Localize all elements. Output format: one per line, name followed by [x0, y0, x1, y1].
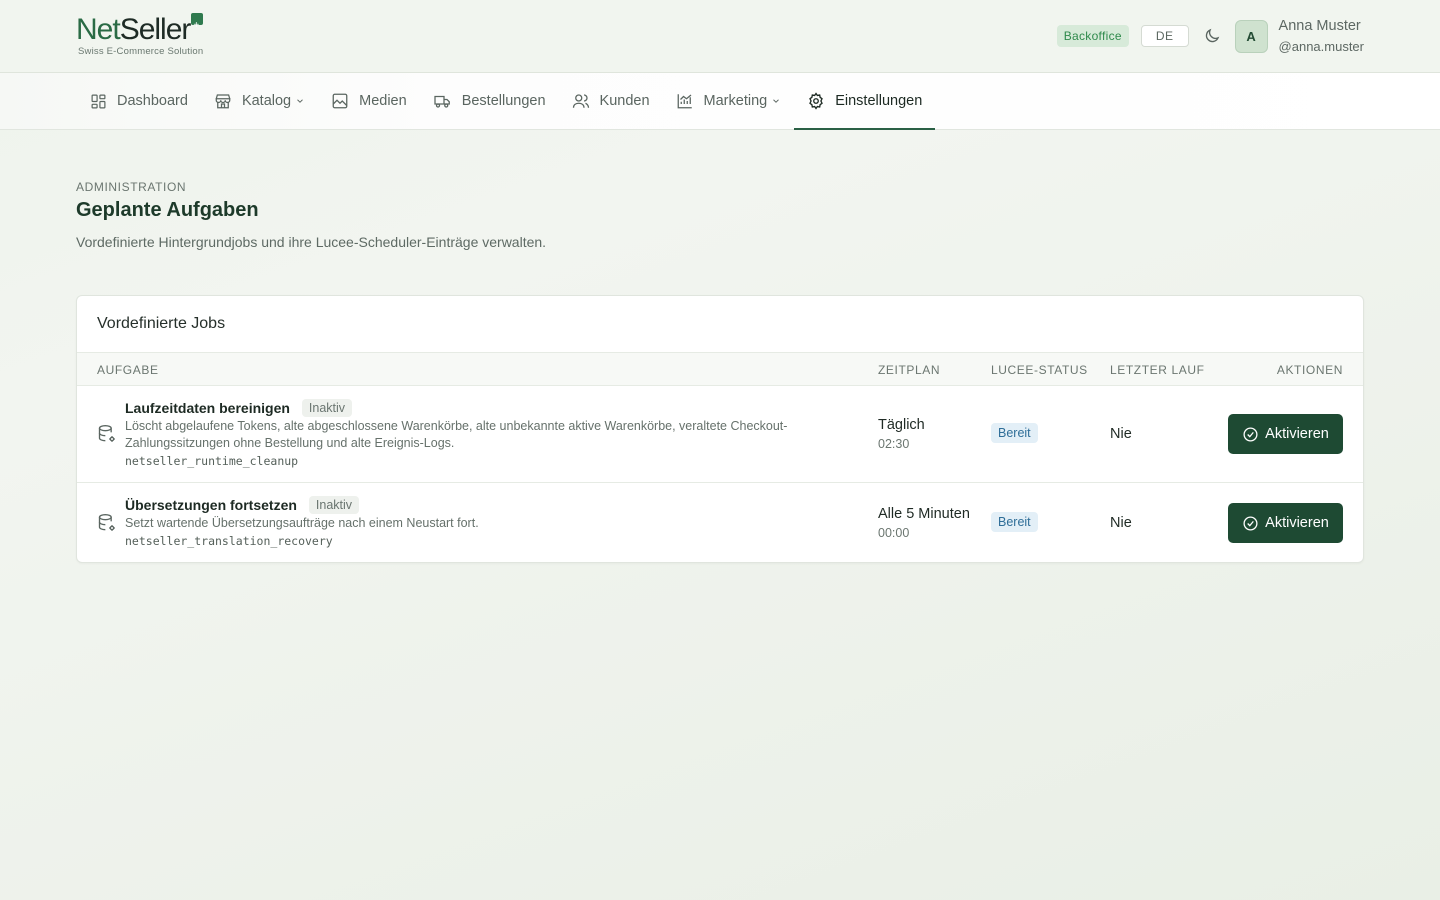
column-header-last-run: LETZTER LAUF [1110, 363, 1205, 377]
nav-label: Einstellungen [835, 93, 923, 109]
users-icon [572, 94, 589, 108]
user-name: Anna Muster [1278, 18, 1361, 34]
page-subtitle: Vordefinierte Hintergrundjobs und ihre L… [76, 234, 547, 250]
nav-item-bestellungen[interactable]: Bestellungen [420, 73, 559, 129]
job-description: Setzt wartende Übersetzungsaufträge nach… [125, 516, 479, 530]
logo-leaf-icon [191, 11, 204, 41]
job-schedule: Täglich 02:30 [878, 417, 925, 451]
moon-icon[interactable] [1203, 27, 1221, 45]
header-actions: Backoffice DE A Anna Muster @anna.muster [1056, 18, 1364, 54]
user-info[interactable]: Anna Muster @anna.muster [1279, 18, 1364, 54]
table-row: Übersetzungen fortsetzen Inaktiv Setzt w… [77, 483, 1363, 563]
database-settings-icon [97, 513, 117, 538]
column-header-status: LUCEE-STATUS [991, 363, 1088, 377]
last-run: Nie [1110, 426, 1132, 442]
column-header-actions: AKTIONEN [1276, 363, 1343, 377]
language-switch[interactable]: DE [1140, 25, 1189, 47]
logo-net: Net [76, 13, 121, 46]
check-circle-icon [1243, 426, 1258, 442]
nav-item-kunden[interactable]: Kunden [559, 73, 663, 129]
jobs-card: Vordefinierte Jobs AUFGABE ZEITPLAN LUCE… [76, 295, 1364, 563]
nav-item-einstellungen[interactable]: Einstellungen [794, 73, 936, 130]
nav-item-dashboard[interactable]: Dashboard [77, 73, 201, 129]
job-info: Übersetzungen fortsetzen Inaktiv Setzt w… [125, 496, 805, 548]
nav-item-katalog[interactable]: Katalog [201, 73, 318, 129]
nav-label: Dashboard [117, 93, 188, 109]
job-schedule: Alle 5 Minuten 00:00 [878, 506, 970, 540]
page-title: Geplante Aufgaben [76, 199, 259, 221]
job-description: Löscht abgelaufene Tokens, alte abgeschl… [125, 419, 788, 450]
chevron-down-icon [773, 99, 780, 103]
logo-seller: Seller [119, 13, 192, 46]
nav-item-marketing[interactable]: Marketing [663, 73, 795, 129]
column-header-task: AUFGABE [97, 363, 159, 377]
job-info: Laufzeitdaten bereinigen Inaktiv Löscht … [125, 399, 805, 468]
avatar[interactable]: A [1234, 19, 1268, 53]
activate-label: Aktivieren [1265, 515, 1329, 531]
nav-label: Bestellungen [461, 93, 546, 109]
job-code: netseller_translation_recovery [125, 534, 333, 548]
main-nav: Dashboard Katalog Medien Bestellungen Ku… [0, 73, 1440, 130]
card-title: Vordefinierte Jobs [77, 296, 1363, 353]
column-header-schedule: ZEITPLAN [878, 363, 941, 377]
image-icon [332, 93, 348, 109]
check-circle-icon [1243, 515, 1258, 531]
top-bar: NetSeller Swiss E-Commerce Solution Back… [0, 0, 1440, 73]
status-badge: Bereit [991, 423, 1038, 443]
nav-label: Kunden [599, 93, 650, 109]
schedule-time: 02:30 [878, 437, 910, 451]
nav-label: Medien [359, 93, 407, 109]
activate-label: Aktivieren [1265, 426, 1329, 442]
job-title: Übersetzungen fortsetzen [125, 497, 297, 513]
store-icon [215, 94, 231, 109]
job-code: netseller_runtime_cleanup [125, 454, 299, 468]
backoffice-badge: Backoffice [1056, 25, 1129, 47]
table-header: AUFGABE ZEITPLAN LUCEE-STATUS LETZTER LA… [77, 353, 1363, 386]
user-handle: @anna.muster [1278, 39, 1364, 54]
job-title: Laufzeitdaten bereinigen [125, 400, 290, 416]
schedule-frequency: Täglich [878, 417, 925, 433]
table-row: Laufzeitdaten bereinigen Inaktiv Löscht … [77, 386, 1363, 483]
schedule-time: 00:00 [878, 526, 910, 540]
chart-icon [677, 94, 692, 109]
page-header: ADMINISTRATION Geplante Aufgaben Vordefi… [0, 130, 1440, 250]
logo-tagline: Swiss E-Commerce Solution [78, 46, 204, 57]
inactive-badge: Inaktiv [308, 496, 360, 514]
activate-button[interactable]: Aktivieren [1228, 503, 1343, 543]
truck-icon [434, 95, 450, 108]
last-run: Nie [1110, 515, 1132, 531]
nav-label: Katalog [241, 93, 292, 109]
nav-item-medien[interactable]: Medien [318, 73, 420, 129]
nav-label: Marketing [703, 93, 768, 109]
gear-icon [809, 92, 824, 110]
inactive-badge: Inaktiv [301, 399, 353, 417]
dashboard-icon [91, 94, 106, 108]
logo[interactable]: NetSeller Swiss E-Commerce Solution [76, 11, 204, 57]
page-eyebrow: ADMINISTRATION [76, 180, 187, 194]
chevron-down-icon [297, 99, 303, 103]
activate-button[interactable]: Aktivieren [1228, 414, 1343, 454]
status-badge: Bereit [991, 512, 1038, 532]
schedule-frequency: Alle 5 Minuten [878, 506, 970, 522]
database-settings-icon [97, 424, 117, 449]
